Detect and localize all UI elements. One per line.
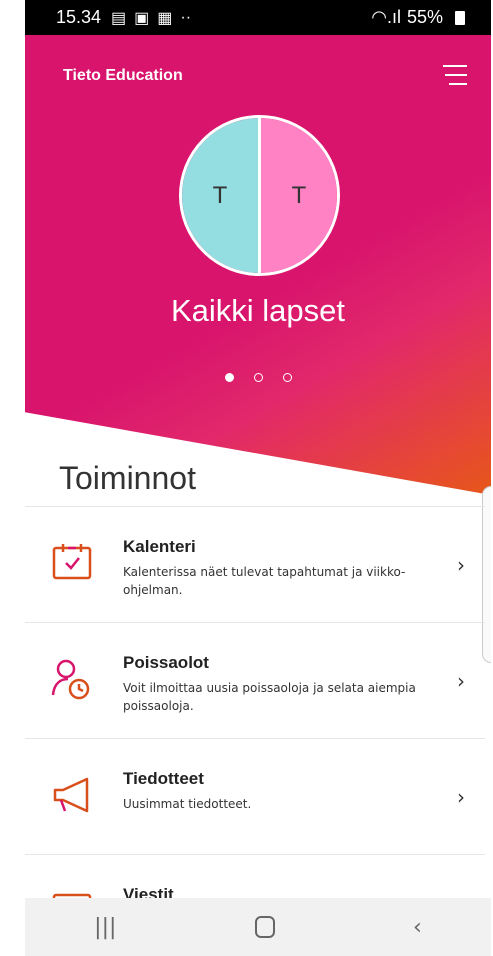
home-button[interactable] (254, 916, 275, 938)
mail-icon: ▤ (111, 9, 127, 27)
item-title: Kalenteri (123, 537, 196, 556)
item-title: Tiedotteet (123, 769, 204, 788)
menu-icon[interactable] (443, 65, 467, 85)
item-title: Poissaolot (123, 653, 209, 672)
avatar-left: T (182, 118, 261, 273)
list-item-kalenteri[interactable]: Kalenteri Kalenterissa näet tulevat tapa… (25, 506, 485, 622)
status-icons: ▤ ▣ ▦ ·· (111, 8, 191, 28)
item-desc: Kalenterissa näet tulevat tapahtumat ja … (123, 565, 406, 597)
page-dot[interactable] (282, 373, 292, 382)
chevron-right-icon: › (457, 669, 465, 693)
status-bar: 15.34 ▤ ▣ ▦ ·· ◠.ıl 55% (25, 0, 491, 35)
person-clock-icon (51, 659, 90, 700)
chevron-right-icon: › (457, 785, 465, 809)
calendar-icon (52, 544, 92, 580)
item-desc: Voit ilmoittaa uusia poissaoloja ja sela… (123, 681, 416, 713)
status-right: ◠.ıl 55% (371, 7, 465, 28)
feature-list: Kalenteri Kalenterissa näet tulevat tapa… (25, 506, 485, 956)
battery-icon (455, 10, 465, 25)
teams-icon: ▦ (157, 9, 173, 27)
hero-banner: Tieto Education T T Kaikki lapset (25, 35, 491, 495)
avatar[interactable]: T T (179, 115, 340, 276)
app-screen: 15.34 ▤ ▣ ▦ ·· ◠.ıl 55% Tieto Education … (25, 0, 491, 956)
back-button[interactable]: ‹ (413, 915, 422, 940)
list-item-tiedotteet[interactable]: Tiedotteet Uusimmat tiedotteet. › (25, 738, 485, 854)
system-nav-bar: ||| ‹ (25, 898, 491, 956)
battery-percent: 55% (406, 7, 443, 27)
section-title: Toiminnot (59, 460, 196, 496)
gallery-icon: ▣ (134, 9, 150, 27)
list-item-poissaolot[interactable]: Poissaolot Voit ilmoittaa uusia poissaol… (25, 622, 485, 738)
page-dot[interactable] (253, 373, 263, 382)
item-desc: Uusimmat tiedotteet. (123, 797, 252, 811)
megaphone-icon (53, 777, 89, 813)
hero-title: Kaikki lapset (170, 293, 346, 328)
status-time: 15.34 (56, 7, 102, 27)
recent-apps-button[interactable]: ||| (94, 915, 116, 940)
brand-name: Tieto Education (63, 67, 183, 84)
page-indicator (25, 373, 491, 382)
page-dot[interactable] (224, 373, 234, 382)
wifi-signal-icon: ◠.ıl (371, 7, 401, 27)
avatar-right: T (261, 118, 337, 273)
chevron-right-icon: › (457, 553, 465, 577)
more-icon: ·· (180, 8, 192, 26)
